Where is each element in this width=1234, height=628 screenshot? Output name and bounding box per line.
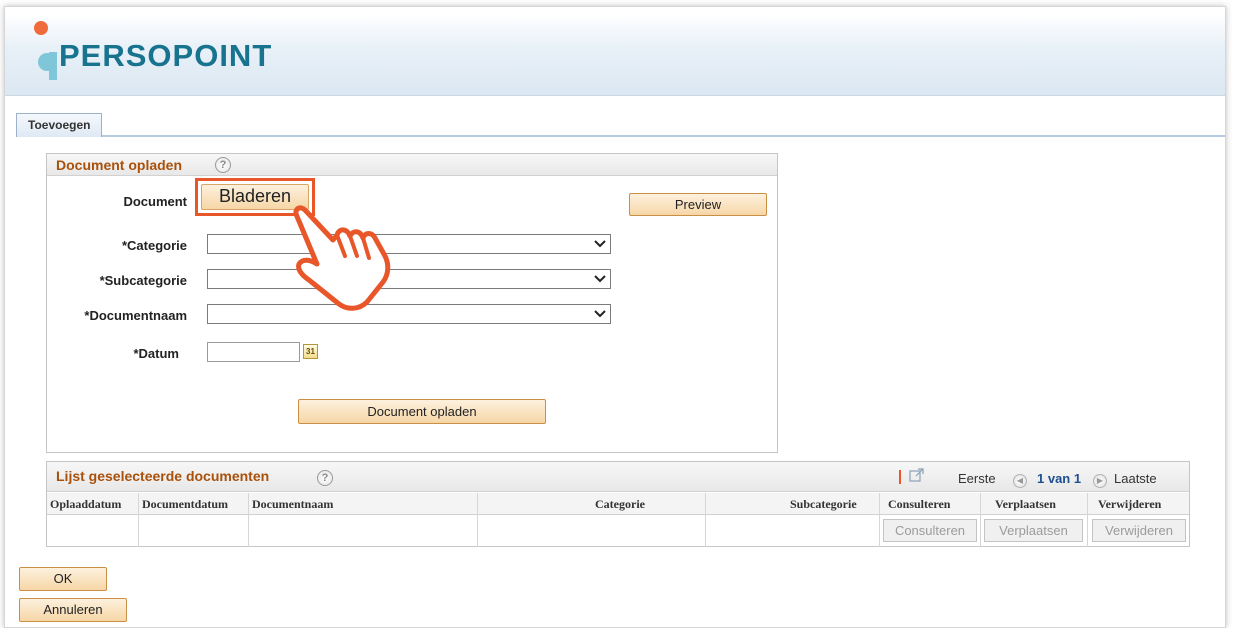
datum-input[interactable] xyxy=(207,342,300,362)
prev-arrow-icon[interactable]: ◀ xyxy=(1013,469,1027,488)
document-label: Document xyxy=(123,194,187,209)
hand-pointer-icon xyxy=(293,205,391,311)
datum-label: *Datum xyxy=(133,346,179,361)
next-arrow-icon[interactable]: ▶ xyxy=(1093,469,1107,488)
page-indicator: 1 van 1 xyxy=(1037,471,1082,486)
categorie-label: *Categorie xyxy=(121,238,187,253)
chevron-down-icon xyxy=(594,240,606,248)
delete-button[interactable]: Verwijderen xyxy=(1092,519,1186,542)
document-list-header: Lijst geselecteerde documenten ? Eerste … xyxy=(47,462,1189,492)
persopoint-logo: PERSOPOINT xyxy=(33,18,293,80)
page: PERSOPOINT Toevoegen Document opladen ? … xyxy=(0,0,1234,628)
upload-group: Document opladen ? Document Bladeren Pre… xyxy=(46,153,778,453)
upload-group-title: Document opladen xyxy=(56,157,183,173)
documentnaam-label: *Documentnaam xyxy=(84,308,187,323)
document-list-title: Lijst geselecteerde documenten xyxy=(56,468,270,484)
upload-group-header: Document opladen ? xyxy=(47,154,777,176)
subcategorie-select[interactable] xyxy=(207,269,611,289)
tab-toevoegen[interactable]: Toevoegen xyxy=(16,113,103,137)
cancel-button[interactable]: Annuleren xyxy=(19,598,127,622)
expand-grid-icon[interactable] xyxy=(909,467,925,483)
divider-bar xyxy=(899,470,901,484)
nav-last[interactable]: Laatste xyxy=(1114,471,1157,486)
chevron-down-icon xyxy=(594,310,606,318)
chevron-down-icon xyxy=(594,275,606,283)
help-icon[interactable]: ? xyxy=(317,470,333,486)
consult-button[interactable]: Consulteren xyxy=(883,519,977,542)
document-upload-button[interactable]: Document opladen xyxy=(298,399,546,424)
tab-bar: Toevoegen xyxy=(16,113,1225,137)
subcategorie-label: *Subcategorie xyxy=(99,273,187,288)
documentnaam-select[interactable] xyxy=(207,304,611,324)
table-row: Consulteren Verplaatsen Verwijderen xyxy=(47,516,1189,546)
logo-text: PERSOPOINT xyxy=(59,38,273,73)
categorie-select[interactable] xyxy=(207,234,611,254)
calendar-icon[interactable]: 31 xyxy=(303,344,318,359)
ok-button[interactable]: OK xyxy=(19,567,107,591)
preview-button[interactable]: Preview xyxy=(629,193,767,216)
header-banner: PERSOPOINT xyxy=(5,14,1225,96)
nav-first[interactable]: Eerste xyxy=(958,471,996,486)
document-list-group: Lijst geselecteerde documenten ? Eerste … xyxy=(46,461,1190,547)
help-icon[interactable]: ? xyxy=(215,157,231,173)
move-button[interactable]: Verplaatsen xyxy=(984,519,1083,542)
